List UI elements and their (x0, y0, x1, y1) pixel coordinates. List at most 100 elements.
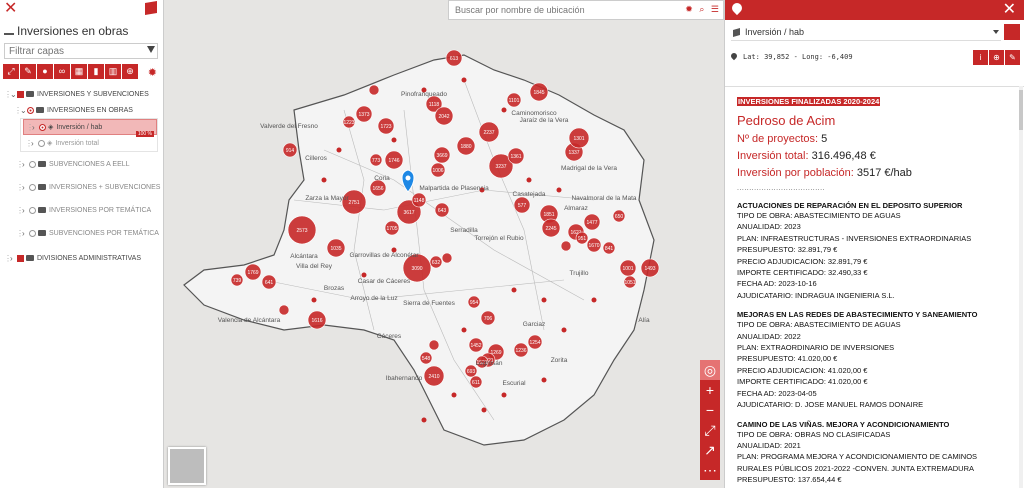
investment-bubble[interactable]: 632 (429, 255, 443, 269)
more-icon[interactable]: ⋯ (700, 460, 720, 480)
chevron-right-icon[interactable]: › (32, 123, 39, 132)
basemap-switcher[interactable] (168, 447, 206, 485)
info-icon[interactable]: i (973, 50, 988, 65)
investment-bubble[interactable]: 577 (513, 196, 531, 214)
layer-inversion-total[interactable]: ⋮ › ◈ Inversión total (23, 135, 157, 151)
investment-dot[interactable] (541, 377, 547, 383)
investment-bubble[interactable]: 3669 (433, 146, 451, 164)
investment-dot[interactable] (451, 392, 457, 398)
investment-dot[interactable] (311, 297, 317, 303)
investment-bubble[interactable]: 1452 (468, 337, 484, 353)
investment-dot[interactable] (511, 287, 517, 293)
info-scrollbar[interactable] (1019, 86, 1023, 488)
chevron-down-icon[interactable]: ⌄ (10, 90, 17, 99)
tree-divisiones[interactable]: ⋮ › DIVISIONES ADMINISTRATIVAS (0, 250, 164, 266)
filter-icon[interactable] (147, 46, 155, 53)
tree-subv-tematica[interactable]: ⋮ › SUBVENCIONES POR TEMÁTICA (0, 225, 164, 241)
tree-group-obras[interactable]: ⋮ ⌄ INVERSIONES EN OBRAS (0, 102, 164, 118)
menu-icon[interactable]: ☰ (711, 4, 719, 14)
expand-icon[interactable]: ↗ (700, 440, 720, 460)
map-view[interactable]: 1845 1101 613 1118 2042 2237 3237 1361 1337 1301 1… (164, 0, 724, 488)
close-icon[interactable]: ✕ (4, 1, 17, 17)
investment-bubble[interactable]: 2237 (478, 121, 500, 143)
investment-bubble[interactable]: 773 (369, 153, 383, 167)
radio[interactable] (29, 183, 36, 191)
investment-bubble[interactable]: 1493 (640, 258, 660, 278)
radio[interactable] (29, 229, 36, 237)
investment-bubble[interactable]: 1616 (307, 310, 327, 330)
investment-dot[interactable] (481, 407, 487, 413)
investment-bubble[interactable]: 1148 (411, 192, 427, 208)
trash-icon[interactable]: ▮ (88, 64, 104, 79)
radio[interactable] (29, 206, 36, 214)
investment-bubble[interactable]: 1254 (527, 334, 543, 350)
paint-icon[interactable]: ● (37, 64, 53, 79)
investment-bubble[interactable] (278, 304, 290, 316)
tree-inv-tematica[interactable]: ⋮ › INVERSIONES POR TEMÁTICA (0, 202, 164, 218)
investment-dot[interactable] (561, 327, 567, 333)
investment-bubble-circle[interactable] (368, 84, 380, 96)
investment-dot[interactable] (421, 417, 427, 423)
investment-bubble[interactable]: 914 (282, 142, 298, 158)
chevron-right-icon[interactable]: › (31, 139, 38, 148)
investment-dot[interactable] (501, 107, 507, 113)
gear-icon[interactable]: ✹ (685, 4, 693, 14)
investment-bubble[interactable] (560, 240, 572, 252)
investment-bubble-circle[interactable] (278, 304, 290, 316)
investment-bubble[interactable]: 1477 (583, 213, 601, 231)
chart-button[interactable] (1004, 24, 1020, 40)
location-search[interactable]: Buscar por nombre de ubicación ✹ ⌕ ☰ (448, 0, 724, 20)
investment-bubble[interactable]: 1670 (586, 237, 602, 253)
close-icon[interactable]: ✕ (1003, 1, 1016, 19)
investment-bubble[interactable] (428, 339, 440, 351)
investment-dot[interactable] (461, 327, 467, 333)
tree-subv-eell[interactable]: ⋮ › SUBVENCIONES A EELL (0, 156, 164, 172)
investment-bubble[interactable]: 1223 (342, 115, 356, 129)
chevron-down-icon[interactable]: ⌄ (20, 106, 27, 115)
investment-bubble[interactable]: 1361 (507, 147, 525, 165)
investment-bubble[interactable]: 1656 (369, 179, 387, 197)
investment-bubble[interactable]: 2042 (434, 106, 454, 126)
wrench-icon[interactable]: ✎ (1005, 50, 1020, 65)
investment-bubble[interactable]: 2245 (541, 218, 561, 238)
fullscreen-icon[interactable]: ⤢ (700, 420, 720, 440)
gear-icon[interactable]: ✹ (148, 66, 157, 79)
layer-inversion-hab[interactable]: ⋮ › ◈ Inversión / hab 100 % (23, 119, 157, 137)
radio[interactable] (27, 106, 34, 114)
link-icon[interactable]: ∞ (54, 64, 70, 79)
investment-bubble[interactable]: 613 (445, 49, 463, 67)
map-canvas[interactable]: 1845 1101 613 1118 2042 2237 3237 1361 1337 1301 1… (164, 0, 724, 488)
chart-icon[interactable]: ▥ (105, 64, 121, 79)
investment-dot[interactable] (501, 392, 507, 398)
investment-bubble[interactable]: 1101 (506, 92, 522, 108)
globe-icon[interactable]: ⊕ (989, 50, 1004, 65)
investment-bubble[interactable] (368, 84, 380, 96)
investment-bubble[interactable]: 641 (261, 274, 277, 290)
investment-bubble-circle[interactable] (441, 252, 453, 264)
radio[interactable] (39, 123, 46, 131)
investment-dot[interactable] (461, 77, 467, 83)
zoom-out-icon[interactable]: − (700, 400, 720, 420)
investment-bubble[interactable]: 841 (602, 241, 616, 255)
investment-bubble[interactable] (441, 252, 453, 264)
scrollbar-thumb[interactable] (1019, 90, 1023, 130)
chevron-right-icon[interactable]: › (22, 206, 29, 215)
expand-icon[interactable]: ⤢ (3, 64, 19, 79)
investment-bubble[interactable]: 1746 (384, 150, 404, 170)
wrench-icon[interactable]: ✎ (20, 64, 36, 79)
investment-bubble[interactable]: 2751 (341, 189, 367, 215)
layers-icon[interactable] (145, 0, 157, 16)
tree-group-main[interactable]: ⋮ ⌄ INVERSIONES Y SUBVENCIONES (0, 86, 164, 102)
investment-bubble[interactable]: 1035 (326, 238, 346, 258)
investment-bubble[interactable]: 1723 (377, 117, 395, 135)
investment-bubble[interactable]: 1373 (355, 105, 373, 123)
radio[interactable] (29, 160, 36, 168)
investment-dot[interactable] (556, 187, 562, 193)
locate-icon[interactable]: ◎ (700, 360, 720, 380)
zoom-in-icon[interactable]: + (700, 380, 720, 400)
investment-bubble[interactable]: 1705 (384, 220, 400, 236)
investment-bubble[interactable]: 739 (230, 273, 244, 287)
investment-dot[interactable] (541, 297, 547, 303)
add-icon[interactable]: ⊕ (122, 64, 138, 79)
investment-bubble[interactable]: 611 (469, 375, 483, 389)
